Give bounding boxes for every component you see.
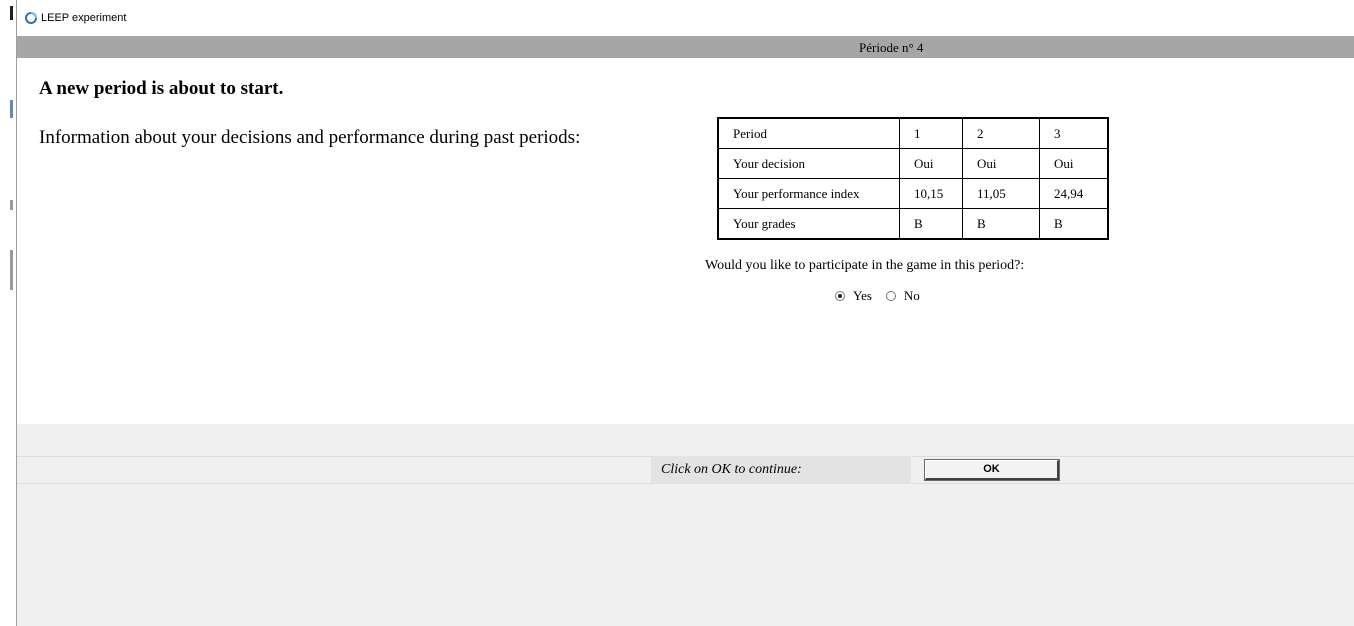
title-bar: LEEP experiment <box>17 0 1354 36</box>
table-cell: 11,05 <box>962 178 1040 209</box>
footer-spacer <box>17 424 1354 456</box>
table-cell: B <box>899 208 963 240</box>
period-header: Période n° 4 <box>17 36 1354 58</box>
table-cell: 2 <box>962 117 1040 149</box>
table-cell: Oui <box>1039 148 1109 179</box>
yes-label[interactable]: Yes <box>853 288 872 304</box>
main-content: A new period is about to start. Informat… <box>17 58 1354 424</box>
table-cell: Period <box>717 117 900 149</box>
footer-area <box>17 484 1354 626</box>
desktop-edge-mark <box>10 6 13 20</box>
table-cell: 3 <box>1039 117 1109 149</box>
page-title: A new period is about to start. <box>39 78 284 99</box>
participation-question: Would you like to participate in the gam… <box>705 258 1025 273</box>
table-row: Your performance index 10,15 11,05 24,94 <box>717 178 1109 209</box>
table-cell: 1 <box>899 117 963 149</box>
participation-radio-group: Yes No <box>835 288 934 304</box>
info-text: Information about your decisions and per… <box>39 127 581 148</box>
table-cell: Oui <box>899 148 963 179</box>
window-title: LEEP experiment <box>41 12 127 24</box>
desktop-edge-mark <box>10 200 13 210</box>
continue-prompt: Click on OK to continue: <box>661 462 802 477</box>
app-window: LEEP experiment Période n° 4 A new perio… <box>16 0 1354 626</box>
table-cell: Your decision <box>717 148 900 179</box>
past-periods-table: Period 1 2 3 Your decision Oui Oui Oui Y… <box>717 117 1109 240</box>
desktop-edge-mark <box>10 250 13 290</box>
table-row: Period 1 2 3 <box>717 117 1109 149</box>
table-cell: Oui <box>962 148 1040 179</box>
action-bar: Click on OK to continue: OK <box>17 456 1354 484</box>
table-cell: Your performance index <box>717 178 900 209</box>
app-logo-icon <box>25 12 37 24</box>
table-cell: 24,94 <box>1039 178 1109 209</box>
no-radio[interactable] <box>885 291 896 301</box>
table-cell: 10,15 <box>899 178 963 209</box>
table-cell: Your grades <box>717 208 900 240</box>
table-cell: B <box>962 208 1040 240</box>
desktop-edge <box>0 0 16 626</box>
continue-prompt-box: Click on OK to continue: <box>651 456 911 484</box>
desktop-edge-mark <box>10 100 13 118</box>
no-label[interactable]: No <box>904 288 920 304</box>
table-row: Your grades B B B <box>717 208 1109 240</box>
ok-button[interactable]: OK <box>924 459 1060 481</box>
period-label: Période n° 4 <box>859 40 924 55</box>
yes-radio[interactable] <box>835 291 845 301</box>
table-row: Your decision Oui Oui Oui <box>717 148 1109 179</box>
table-cell: B <box>1039 208 1109 240</box>
